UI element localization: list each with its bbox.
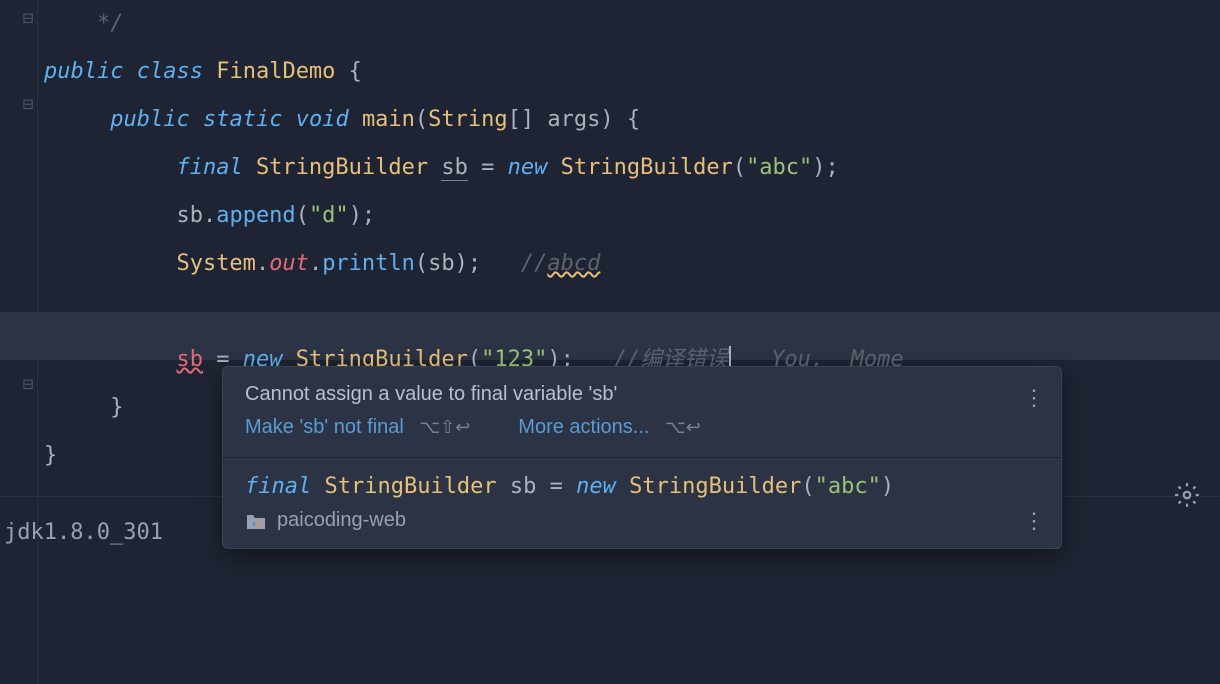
code-line <box>44 288 1220 336</box>
quick-fix-link[interactable]: Make 'sb' not final <box>245 416 404 438</box>
source-module-label[interactable]: paicoding-web <box>277 509 406 532</box>
module-icon <box>245 511 267 531</box>
shortcut-hint: ⌥⇧↩ <box>419 417 470 437</box>
error-message: Cannot assign a value to final variable … <box>245 383 617 405</box>
tooltip-more-icon[interactable]: ⋮ <box>1023 508 1045 534</box>
code-line: */ <box>44 0 1220 48</box>
code-line: public static void main(String[] args) { <box>44 96 1220 144</box>
declaration-preview: final StringBuilder sb = new StringBuild… <box>223 458 1061 505</box>
gear-icon[interactable] <box>1174 482 1200 508</box>
fold-marker[interactable]: ⊟ <box>20 8 36 29</box>
fold-marker[interactable]: ⊟ <box>20 94 36 115</box>
fold-marker[interactable]: ⊟ <box>20 374 36 395</box>
error-tooltip-popup: Cannot assign a value to final variable … <box>222 366 1062 549</box>
code-line: final StringBuilder sb = new StringBuild… <box>44 144 1220 192</box>
shortcut-hint: ⌥↩ <box>665 417 701 437</box>
code-line: sb.append("d"); <box>44 192 1220 240</box>
more-actions-link[interactable]: More actions... <box>518 416 649 438</box>
code-line: public class FinalDemo { <box>44 48 1220 96</box>
tooltip-more-icon[interactable]: ⋮ <box>1023 385 1045 411</box>
jdk-version-label: jdk1.8.0_301 <box>4 520 163 545</box>
code-line: System.out.println(sb); //abcd <box>44 240 1220 288</box>
